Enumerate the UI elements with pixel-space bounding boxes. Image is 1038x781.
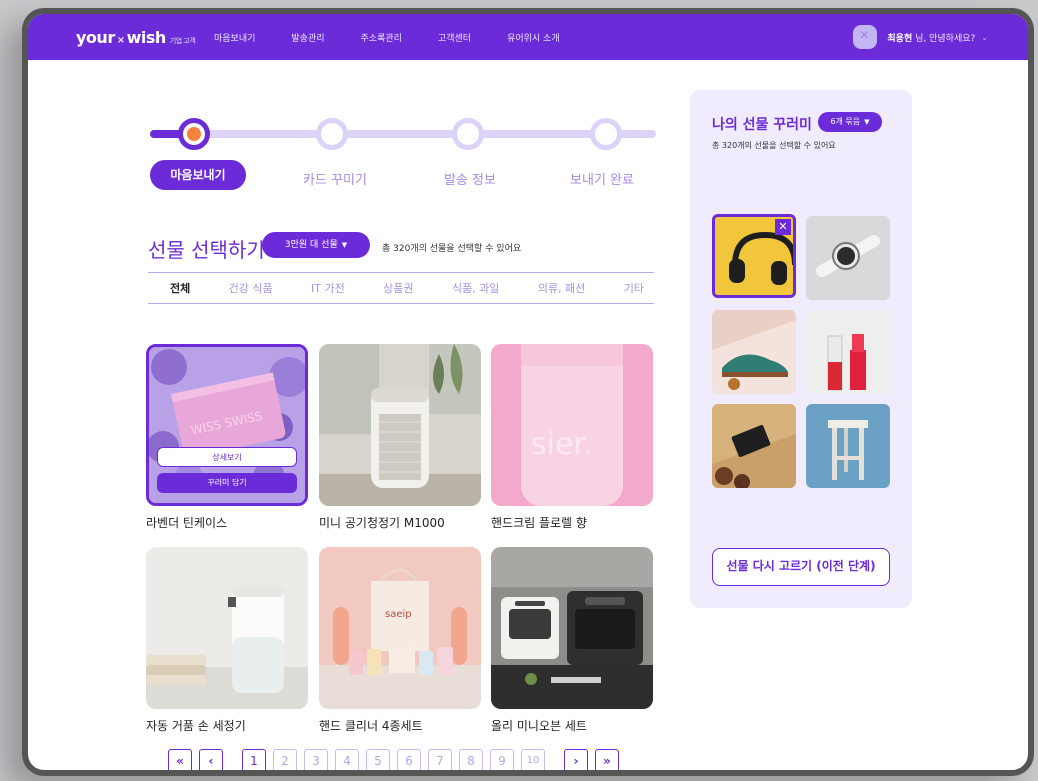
tab-fashion[interactable]: 의류, 패션	[538, 280, 585, 296]
brand-logo[interactable]: your × wish 기업 고객	[76, 28, 196, 47]
stool-image	[806, 404, 890, 488]
nav-send-heart[interactable]: 마음보내기	[214, 31, 255, 44]
prev-page-button[interactable]: ‹	[199, 749, 223, 770]
step-track	[150, 130, 656, 138]
user-name: 최용현	[887, 33, 913, 44]
bottle-brand-text: sier.	[531, 427, 593, 462]
avatar	[853, 25, 878, 49]
price-filter-label: 3만원 대 선물	[284, 240, 338, 250]
last-page-button[interactable]: »	[595, 749, 619, 770]
reselect-gifts-button[interactable]: 선물 다시 고르기 (이전 단계)	[712, 548, 890, 586]
gift-bundle-panel: 나의 선물 꾸러미 6개 묶음 ▼ 총 320개의 선물을 선택할 수 있어요 ✕	[690, 90, 912, 608]
page-number[interactable]: 6	[397, 749, 421, 770]
product-image-hand-cream: sier.	[491, 344, 653, 506]
tab-etc[interactable]: 기타	[624, 280, 644, 296]
bundle-count-label: 6개 묶음	[830, 117, 861, 126]
product-card-mini-oven-set[interactable]	[491, 547, 653, 709]
nav-about[interactable]: 유어위시 소개	[507, 31, 560, 44]
product-card-hand-cleaner-set[interactable]: saeip	[319, 547, 481, 709]
detail-button[interactable]: 상세보기	[157, 447, 297, 467]
user-menu[interactable]: 최용현 님, 안녕하세요? ⌄	[853, 25, 988, 49]
bundle-item-headphones[interactable]: ✕	[712, 214, 796, 298]
price-filter-dropdown[interactable]: 3만원 대 선물 ▼	[262, 232, 370, 258]
bundle-title: 나의 선물 꾸러미	[712, 117, 812, 133]
product-card-soap-dispenser[interactable]	[146, 547, 308, 709]
step-shipping-info: 발송 정보	[444, 173, 496, 188]
product-card-lavender-tin[interactable]: WISS SWISS 상세보기 꾸러미 담기	[146, 344, 308, 506]
product-card-air-purifier[interactable]	[319, 344, 481, 506]
logo-word-wish: wish	[126, 28, 167, 47]
bundle-item-lipstick[interactable]	[806, 310, 890, 394]
step-dot	[316, 118, 348, 150]
tab-all[interactable]: 전체	[170, 280, 190, 296]
product-image-mini-oven-set	[491, 547, 653, 709]
page-number[interactable]: 3	[304, 749, 328, 770]
product-image-hand-cleaner-set: saeip	[319, 547, 481, 709]
product-image-soap-dispenser	[146, 547, 308, 709]
product-name[interactable]: 미니 공기청정기 M1000	[319, 514, 445, 531]
bundle-item-stool[interactable]	[806, 404, 890, 488]
first-page-button[interactable]: «	[168, 749, 192, 770]
caret-down-icon: ▼	[341, 241, 348, 249]
product-name[interactable]: 핸드크림 플로렐 향	[491, 514, 587, 531]
bundle-count-dropdown[interactable]: 6개 묶음 ▼	[818, 112, 882, 132]
shoes-image	[712, 310, 796, 394]
page-number[interactable]: 8	[459, 749, 483, 770]
bundle-subtitle: 총 320개의 선물을 선택할 수 있어요	[712, 141, 836, 150]
main-nav: 마음보내기 발송관리 주소록관리 고객센터 유어위시 소개	[214, 31, 596, 44]
caret-down-icon: ▼	[864, 118, 870, 126]
page-number[interactable]: 4	[335, 749, 359, 770]
add-to-bundle-button[interactable]: 꾸러미 담기	[157, 473, 297, 493]
logo-word-your: your	[76, 28, 115, 47]
product-name[interactable]: 핸드 클리너 4종세트	[319, 717, 423, 734]
product-name[interactable]: 올리 미니오븐 세트	[491, 717, 587, 734]
step-dot	[452, 118, 484, 150]
user-greeting: 최용현 님, 안녕하세요?	[887, 31, 975, 44]
wallet-image	[712, 404, 796, 488]
nav-shipping-management[interactable]: 발송관리	[291, 31, 324, 44]
bundle-item-shoes[interactable]	[712, 310, 796, 394]
step-complete: 보내기 완료	[570, 173, 634, 188]
logo-x: ×	[116, 35, 125, 46]
remove-item-button[interactable]: ✕	[775, 219, 791, 235]
page-number[interactable]: 10	[521, 749, 545, 770]
gift-count-text: 총 320개의 선물을 선택할 수 있어요	[382, 244, 522, 254]
pagination: « ‹ 1 2 3 4 5 6 7 8 9 10 › »	[168, 749, 626, 770]
top-navigation-bar: your × wish 기업 고객 마음보내기 발송관리 주소록관리 고객센터 유어위…	[28, 14, 1028, 60]
greeting-text: 님, 안녕하세요?	[912, 33, 976, 44]
product-name[interactable]: 라벤더 틴케이스	[146, 514, 227, 531]
nav-customer-center[interactable]: 고객센터	[438, 31, 471, 44]
device-frame: your × wish 기업 고객 마음보내기 발송관리 주소록관리 고객센터 유어위…	[22, 8, 1034, 776]
lipstick-image	[806, 310, 890, 394]
step-card-decorate: 카드 꾸미기	[303, 173, 367, 188]
step-dot	[590, 118, 622, 150]
logo-subtitle: 기업 고객	[169, 37, 196, 45]
page-number[interactable]: 5	[366, 749, 390, 770]
product-name[interactable]: 자동 거품 손 세정기	[146, 717, 246, 734]
category-tabs: 전체 건강 식품 IT 가전 상품권 식품, 과일 의류, 패션 기타	[148, 272, 654, 304]
page-title: 선물 선택하기	[148, 238, 265, 262]
page-number[interactable]: 7	[428, 749, 452, 770]
step-dot-current	[178, 118, 210, 150]
page-number[interactable]: 9	[490, 749, 514, 770]
app-screen: your × wish 기업 고객 마음보내기 발송관리 주소록관리 고객센터 유어위…	[28, 14, 1028, 770]
tab-gift-card[interactable]: 상품권	[383, 280, 413, 296]
bundle-item-wallet[interactable]	[712, 404, 796, 488]
smartwatch-image	[806, 216, 890, 300]
page-number-current[interactable]: 1	[242, 749, 266, 770]
step-send-heart: 마음보내기	[150, 160, 246, 190]
page-number[interactable]: 2	[273, 749, 297, 770]
tab-health-food[interactable]: 건강 식품	[229, 280, 273, 296]
product-image-air-purifier	[319, 344, 481, 506]
bag-brand-text: saeip	[385, 609, 412, 620]
product-card-hand-cream[interactable]: sier.	[491, 344, 653, 506]
bundle-item-smartwatch[interactable]	[806, 216, 890, 300]
tab-it-appliance[interactable]: IT 가전	[311, 280, 345, 296]
next-page-button[interactable]: ›	[564, 749, 588, 770]
chevron-down-icon: ⌄	[981, 32, 988, 42]
tab-food-fruit[interactable]: 식품, 과일	[452, 280, 499, 296]
nav-address-book[interactable]: 주소록관리	[361, 31, 402, 44]
